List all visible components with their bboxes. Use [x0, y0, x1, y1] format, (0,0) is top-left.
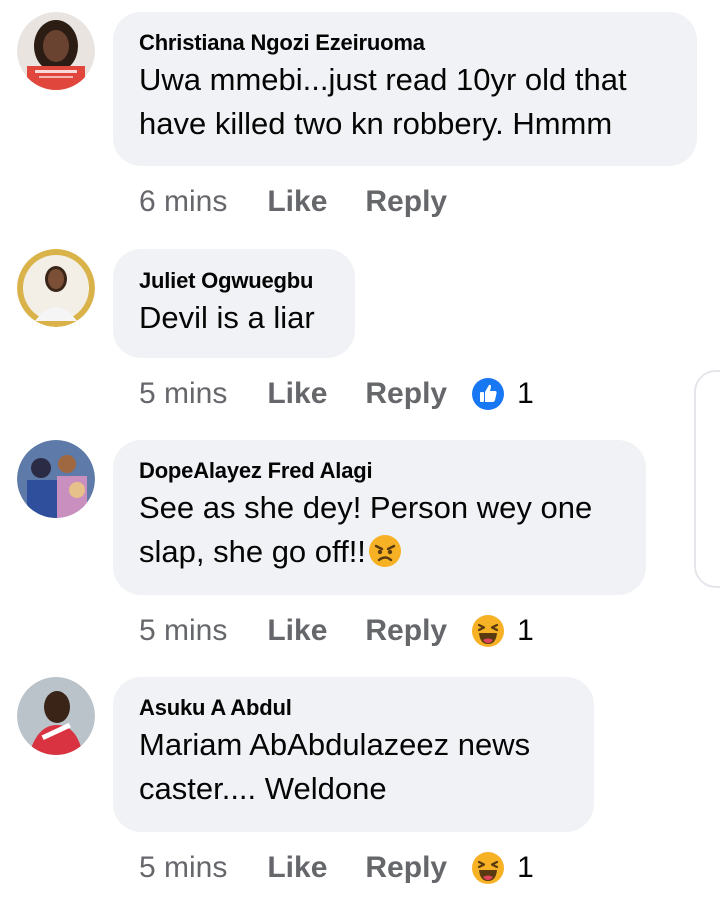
comment-timestamp: 5 mins: [139, 377, 228, 410]
like-button[interactable]: Like: [267, 185, 327, 219]
side-panel-edge: [694, 370, 720, 588]
comment-text-line: caster.... Weldone: [139, 771, 387, 806]
comment-author[interactable]: DopeAlayez Fred Alagi: [139, 458, 620, 484]
comment-text-line: slap, she go off!!: [139, 534, 366, 569]
reply-button[interactable]: Reply: [365, 614, 447, 648]
comment-author[interactable]: Asuku A Abdul: [139, 695, 568, 721]
avatar[interactable]: [17, 12, 95, 90]
like-button[interactable]: Like: [267, 377, 327, 411]
comment-actions: 5 mins Like Reply 1: [139, 611, 534, 651]
like-reaction-icon[interactable]: [471, 377, 505, 411]
haha-reaction-icon[interactable]: [471, 851, 505, 885]
reply-button[interactable]: Reply: [365, 185, 447, 219]
comment-text: Devil is a liar: [139, 296, 329, 340]
reply-button[interactable]: Reply: [365, 851, 447, 885]
comment-bubble: DopeAlayez Fred Alagi See as she dey! Pe…: [113, 440, 646, 595]
reply-button[interactable]: Reply: [365, 377, 447, 411]
comment-bubble: Christiana Ngozi Ezeiruoma Uwa mmebi...j…: [113, 12, 697, 166]
comment-timestamp: 5 mins: [139, 851, 228, 884]
comment-bubble: Juliet Ogwuegbu Devil is a liar: [113, 249, 355, 358]
avatar[interactable]: [17, 440, 95, 518]
comment-text-line: Mariam AbAbdulazeez news: [139, 727, 531, 762]
comment-text: Mariam AbAbdulazeez news caster.... Weld…: [139, 723, 568, 811]
comment-actions: 6 mins Like Reply: [139, 182, 471, 222]
angry-face-emoji: [368, 534, 402, 568]
avatar[interactable]: [17, 249, 95, 327]
comment-text-line: have killed two kn robbery. Hmmm: [139, 106, 613, 141]
like-button[interactable]: Like: [267, 614, 327, 648]
comment-timestamp: 6 mins: [139, 185, 228, 218]
comment-actions: 5 mins Like Reply 1: [139, 374, 534, 414]
comment-bubble: Asuku A Abdul Mariam AbAbdulazeez news c…: [113, 677, 594, 832]
avatar[interactable]: [17, 677, 95, 755]
reaction-count: 1: [517, 851, 534, 884]
comment-timestamp: 5 mins: [139, 614, 228, 647]
comment-text: Uwa mmebi...just read 10yr old that have…: [139, 58, 671, 146]
comment-text: See as she dey! Person wey one slap, she…: [139, 486, 620, 574]
comment-author[interactable]: Christiana Ngozi Ezeiruoma: [139, 30, 671, 56]
comment-feed: Christiana Ngozi Ezeiruoma Uwa mmebi...j…: [0, 0, 720, 901]
comment-actions: 5 mins Like Reply 1: [139, 848, 534, 888]
comment-text-line-2: slap, she go off!!: [139, 530, 620, 574]
comment-author[interactable]: Juliet Ogwuegbu: [139, 268, 329, 294]
haha-reaction-icon[interactable]: [471, 614, 505, 648]
like-button[interactable]: Like: [267, 851, 327, 885]
comment-text-line: Devil is a liar: [139, 300, 315, 335]
reaction-count: 1: [517, 614, 534, 647]
comment-text-line: See as she dey! Person wey one: [139, 490, 593, 525]
comment-text-line: Uwa mmebi...just read 10yr old that: [139, 62, 627, 97]
reaction-count: 1: [517, 377, 534, 410]
